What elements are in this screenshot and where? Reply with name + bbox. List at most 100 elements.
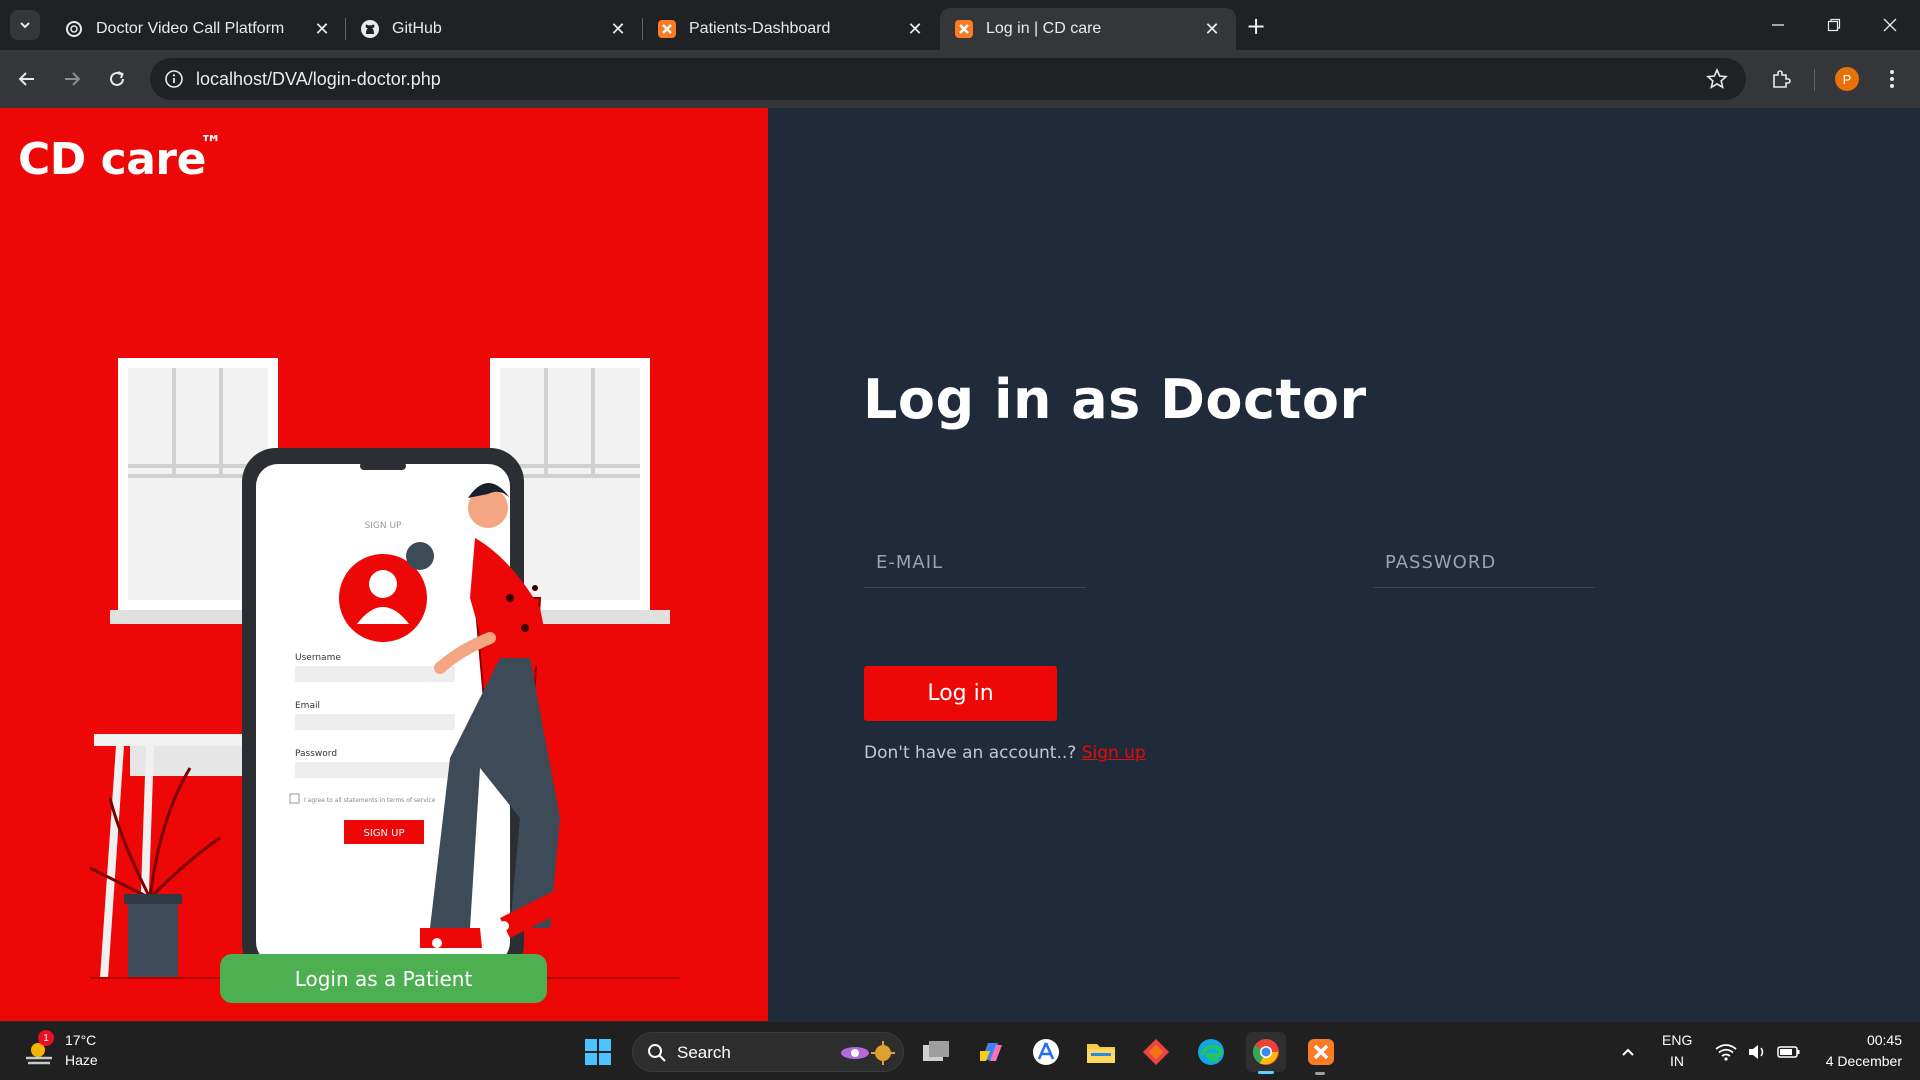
app-store-icon	[1033, 1039, 1059, 1065]
anydesk-icon	[1143, 1039, 1169, 1065]
close-tab-icon[interactable]: ✕	[608, 19, 628, 40]
tab-login-cd-care[interactable]: Log in | CD care ✕	[940, 8, 1236, 50]
restore-button[interactable]	[1806, 8, 1862, 42]
phone-agree-text: I agree to all statements in terms of se…	[304, 797, 436, 804]
left-panel: CD care ™ SIGN UP Username Email Passwor…	[0, 108, 768, 1021]
toolbar-separator	[1814, 69, 1815, 91]
xampp-icon	[954, 19, 974, 39]
signup-link[interactable]: Sign up	[1082, 743, 1146, 763]
close-tab-icon[interactable]: ✕	[905, 19, 925, 40]
tab-patients-dashboard[interactable]: Patients-Dashboard ✕	[643, 8, 939, 50]
trademark-symbol: ™	[200, 132, 222, 157]
puzzle-icon	[1773, 70, 1791, 88]
reload-icon	[110, 71, 124, 86]
tab-doctor-video-call[interactable]: Doctor Video Call Platform ✕	[50, 8, 346, 50]
no-account-text: Don't have an account..?	[864, 743, 1077, 763]
tab-title: Log in | CD care	[986, 20, 1102, 37]
edge-app[interactable]	[1191, 1032, 1231, 1072]
openai-icon	[64, 19, 84, 39]
copilot-icon	[980, 1043, 1002, 1061]
info-icon[interactable]	[164, 69, 184, 89]
brand-logo[interactable]: CD care	[18, 134, 206, 185]
browser-tab-strip: Doctor Video Call Platform ✕ GitHub ✕ Pa…	[0, 0, 1920, 50]
search-icon	[648, 1044, 666, 1062]
email-field-wrapper	[864, 538, 1086, 588]
chevron-up-icon	[1622, 1048, 1634, 1056]
address-bar[interactable]: localhost/DVA/login-doctor.php	[150, 58, 1746, 100]
close-window-button[interactable]	[1862, 8, 1918, 42]
start-button[interactable]	[578, 1032, 618, 1072]
xampp-icon	[1308, 1039, 1334, 1065]
search-label: Search	[677, 1043, 731, 1062]
weather-widget[interactable]: 1 17°C Haze	[20, 1030, 130, 1074]
password-field-wrapper	[1373, 538, 1595, 588]
phone-password-label: Password	[295, 749, 337, 759]
clock-date[interactable]: 4 December	[1800, 1053, 1910, 1069]
phone-username-label: Username	[295, 653, 341, 663]
new-tab-button[interactable]: +	[1242, 12, 1270, 40]
system-tray-icons[interactable]	[1708, 1032, 1808, 1072]
edge-icon	[1198, 1039, 1224, 1065]
language-code[interactable]: ENG	[1662, 1032, 1692, 1048]
tab-title: Patients-Dashboard	[689, 20, 831, 37]
page-content: CD care ™ SIGN UP Username Email Passwor…	[0, 108, 1920, 1021]
signup-prompt: Don't have an account..? Sign up	[864, 743, 1146, 763]
taskbar-search[interactable]: Search	[632, 1032, 904, 1072]
notification-badge: 1	[38, 1030, 54, 1046]
tab-title: GitHub	[392, 20, 442, 37]
language-region[interactable]: IN	[1662, 1053, 1692, 1069]
arrow-left-icon	[18, 72, 34, 86]
folder-icon	[1087, 1044, 1115, 1063]
phone-title: SIGN UP	[365, 521, 403, 531]
signup-illustration: SIGN UP Username Email Password I agree …	[90, 358, 680, 979]
app-store-app[interactable]	[1026, 1032, 1066, 1072]
minimize-button[interactable]	[1750, 8, 1806, 42]
close-tab-icon[interactable]: ✕	[1202, 19, 1222, 40]
login-button[interactable]: Log in	[864, 666, 1057, 721]
search-highlight-icon	[841, 1041, 895, 1065]
url-text[interactable]: localhost/DVA/login-doctor.php	[196, 69, 441, 90]
file-explorer-app[interactable]	[1081, 1032, 1121, 1072]
page-title: Log in as Doctor	[863, 368, 1367, 431]
minimize-icon	[1772, 24, 1784, 26]
reload-button[interactable]	[102, 64, 132, 94]
show-hidden-icons-button[interactable]	[1608, 1032, 1648, 1072]
anydesk-app[interactable]	[1136, 1032, 1176, 1072]
tab-title: Doctor Video Call Platform	[96, 20, 285, 37]
kebab-menu-icon	[1890, 70, 1894, 88]
chrome-app[interactable]	[1246, 1032, 1286, 1072]
windows-logo-icon	[585, 1039, 611, 1065]
extensions-button[interactable]	[1766, 64, 1796, 94]
back-button[interactable]	[12, 64, 42, 94]
xampp-app[interactable]	[1301, 1032, 1341, 1072]
right-panel: Log in as Doctor Log in Don't have an ac…	[768, 108, 1920, 1021]
weather-temp: 17°C	[65, 1032, 97, 1048]
windows-taskbar: 1 17°C Haze Search ENG IN 00:45 4 Decemb…	[0, 1021, 1920, 1080]
chrome-active-indicator	[1258, 1071, 1274, 1074]
close-icon	[1883, 18, 1897, 32]
restore-icon	[1827, 18, 1841, 32]
forward-button[interactable]	[57, 64, 87, 94]
email-field[interactable]	[864, 538, 1086, 587]
github-icon	[360, 19, 380, 39]
password-field[interactable]	[1373, 538, 1595, 587]
browser-toolbar: localhost/DVA/login-doctor.php P	[0, 50, 1920, 108]
tab-search-button[interactable]	[10, 10, 40, 40]
tab-github[interactable]: GitHub ✕	[346, 8, 642, 50]
phone-email-label: Email	[295, 701, 320, 711]
bookmark-star-icon[interactable]	[1706, 68, 1728, 90]
close-tab-icon[interactable]: ✕	[312, 19, 332, 40]
chevron-down-icon	[20, 22, 30, 29]
chrome-icon	[1252, 1039, 1279, 1065]
weather-condition: Haze	[65, 1052, 98, 1068]
task-view-button[interactable]	[916, 1032, 956, 1072]
xampp-icon	[657, 19, 677, 39]
menu-button[interactable]	[1877, 64, 1907, 94]
login-as-patient-button[interactable]: Login as a Patient	[220, 954, 547, 1003]
clock-time[interactable]: 00:45	[1800, 1032, 1910, 1048]
phone-signup-button: SIGN UP	[363, 828, 404, 839]
copilot-app[interactable]	[971, 1032, 1011, 1072]
xampp-running-indicator	[1315, 1072, 1325, 1075]
profile-avatar[interactable]: P	[1835, 67, 1859, 91]
arrow-right-icon	[65, 72, 81, 86]
